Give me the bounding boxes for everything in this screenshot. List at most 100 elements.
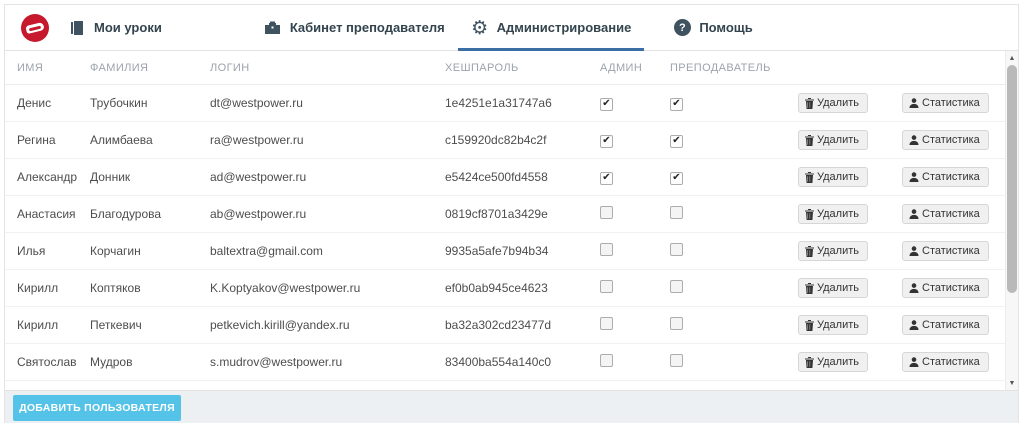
delete-button[interactable]: Удалить [798,278,868,298]
delete-button[interactable]: Удалить [798,167,868,187]
cell-hash: 9935a5afe7b94b34 [445,244,600,258]
trash-icon [805,357,814,368]
cell-login: baltextra@gmail.com [210,244,445,258]
tab-my-lessons[interactable]: Мои уроки [55,5,175,50]
cell-name: Святослав [5,355,90,369]
statistics-button-label: Статистика [922,134,980,146]
tab-teacher-cabinet[interactable]: Кабинет преподавателя [251,5,458,50]
teacher-checkbox[interactable] [670,280,683,293]
statistics-button[interactable]: Статистика [902,315,989,335]
admin-panel: Мои уроки Кабинет преподавателя ⚙ Админи… [4,4,1019,423]
delete-button[interactable]: Удалить [798,352,868,372]
lessons-icon [68,19,86,37]
admin-checkbox[interactable]: ✔ [600,172,613,185]
admin-checkbox[interactable]: ✔ [600,135,613,148]
table-header-row: ИМЯ ФАМИЛИЯ ЛОГИН ХЕШПАРОЛЬ АДМИН ПРЕПОД… [5,51,1005,85]
table-row: Кирилл Петкевич petkevich.kirill@yandex.… [5,307,1005,344]
admin-checkbox[interactable] [600,206,613,219]
statistics-button[interactable]: Статистика [902,352,989,372]
delete-button[interactable]: Удалить [798,204,868,224]
tab-administration-label: Администрирование [497,20,632,35]
teacher-checkbox[interactable]: ✔ [670,172,683,185]
cell-hash: c159920dc82b4c2f [445,133,600,147]
cell-surname: Благодурова [90,207,210,221]
tab-teacher-cabinet-label: Кабинет преподавателя [290,20,445,35]
cell-login: s.mudrov@westpower.ru [210,355,445,369]
statistics-button-label: Статистика [922,208,980,220]
table-row: Денис Трубочкин dt@westpower.ru 1e4251e1… [5,85,1005,122]
statistics-button-label: Статистика [922,245,980,257]
person-icon [909,135,919,145]
delete-button[interactable]: Удалить [798,241,868,261]
scroll-down-arrow[interactable]: ▼ [1006,377,1018,389]
person-icon [909,209,919,219]
admin-checkbox[interactable] [600,317,613,330]
cell-hash: 83400ba554a140c0 [445,355,600,369]
person-icon [909,246,919,256]
header-teacher: ПРЕПОДАВАТЕЛЬ [670,62,798,74]
statistics-button[interactable]: Статистика [902,167,989,187]
table-row: Александр Донник ad@westpower.ru e5424ce… [5,159,1005,196]
delete-button[interactable]: Удалить [798,93,868,113]
gear-icon: ⚙ [471,19,489,37]
admin-checkbox[interactable] [600,243,613,256]
person-icon [909,172,919,182]
cell-name: Анастасия [5,207,90,221]
cell-login: ab@westpower.ru [210,207,445,221]
cell-hash: ef0b0ab945ce4623 [445,281,600,295]
delete-button-label: Удалить [817,282,859,294]
statistics-button[interactable]: Статистика [902,93,989,113]
header-surname: ФАМИЛИЯ [90,62,210,74]
statistics-button[interactable]: Статистика [902,241,989,261]
person-icon [909,357,919,367]
cell-name: Александр [5,170,90,184]
statistics-button[interactable]: Статистика [902,204,989,224]
cell-hash: ba32a302cd23477d [445,318,600,332]
teacher-checkbox[interactable] [670,317,683,330]
admin-checkbox[interactable] [600,354,613,367]
vertical-scrollbar[interactable]: ▲ ▼ [1005,51,1018,390]
cell-hash: 1e4251e1a31747a6 [445,96,600,110]
tab-my-lessons-label: Мои уроки [94,20,162,35]
teacher-checkbox[interactable] [670,206,683,219]
help-icon: ? [673,19,691,37]
statistics-button[interactable]: Статистика [902,278,989,298]
delete-button-label: Удалить [817,171,859,183]
statistics-button-label: Статистика [922,319,980,331]
table-body: Денис Трубочкин dt@westpower.ru 1e4251e1… [5,85,1005,381]
teacher-checkbox[interactable]: ✔ [670,98,683,111]
delete-button-label: Удалить [817,319,859,331]
footer-bar: ДОБАВИТЬ ПОЛЬЗОВАТЕЛЯ [5,390,1018,423]
delete-button[interactable]: Удалить [798,315,868,335]
teacher-checkbox[interactable]: ✔ [670,135,683,148]
teacher-checkbox[interactable] [670,243,683,256]
tab-administration[interactable]: ⚙ Администрирование [458,5,645,50]
teacher-checkbox[interactable] [670,354,683,367]
admin-checkbox[interactable]: ✔ [600,98,613,111]
delete-button-label: Удалить [817,134,859,146]
scroll-up-arrow[interactable]: ▲ [1006,52,1018,64]
header-name: ИМЯ [5,62,90,74]
scrollbar-thumb[interactable] [1007,65,1017,293]
trash-icon [805,98,814,109]
trash-icon [805,283,814,294]
cell-surname: Алимбаева [90,133,210,147]
statistics-button-label: Статистика [922,356,980,368]
admin-checkbox[interactable] [600,280,613,293]
statistics-button-label: Статистика [922,97,980,109]
statistics-button-label: Статистика [922,282,980,294]
app-logo-icon[interactable] [21,14,49,42]
add-user-button[interactable]: ДОБАВИТЬ ПОЛЬЗОВАТЕЛЯ [13,395,181,421]
tab-help[interactable]: ? Помощь [660,5,765,50]
statistics-button[interactable]: Статистика [902,130,989,150]
trash-icon [805,320,814,331]
header-admin: АДМИН [600,62,670,74]
trash-icon [805,209,814,220]
delete-button-label: Удалить [817,97,859,109]
delete-button[interactable]: Удалить [798,130,868,150]
cell-surname: Коптяков [90,281,210,295]
table-row: Кирилл Коптяков K.Koptyakov@westpower.ru… [5,270,1005,307]
trash-icon [805,135,814,146]
statistics-button-label: Статистика [922,171,980,183]
table-row: Илья Корчагин baltextra@gmail.com 9935a5… [5,233,1005,270]
